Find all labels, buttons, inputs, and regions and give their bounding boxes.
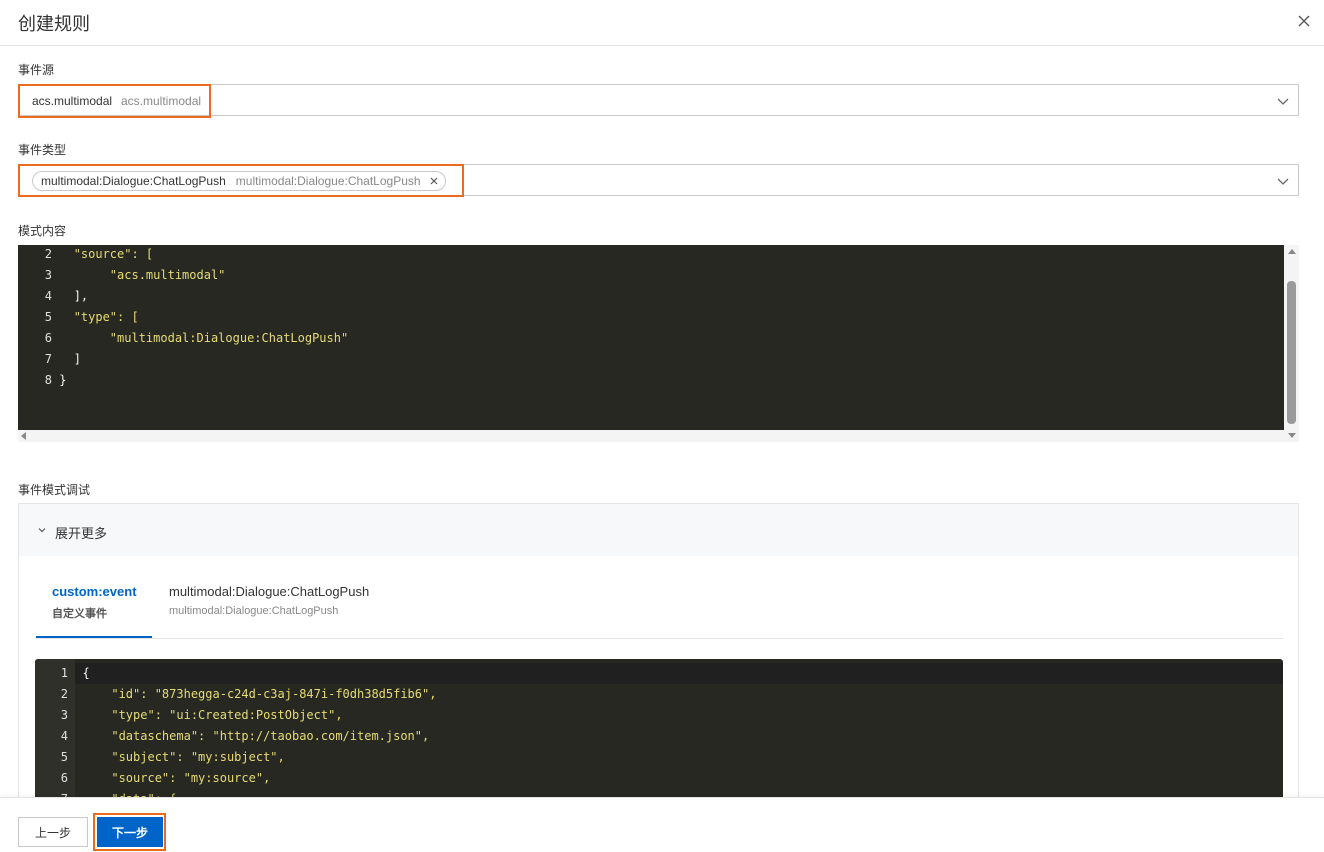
scrollbar-thumb[interactable] xyxy=(1287,281,1296,424)
next-step-button[interactable]: 下一步 xyxy=(97,817,163,847)
chevron-down-icon xyxy=(38,528,46,533)
scroll-left-icon[interactable] xyxy=(21,432,26,440)
dialog-footer: 上一步 下一步 xyxy=(0,797,1324,852)
tab-title: custom:event xyxy=(52,584,137,599)
code-line: 3 "acs.multimodal" xyxy=(44,268,226,282)
event-source-highlight xyxy=(18,84,211,118)
code-line: 1 { xyxy=(60,666,90,680)
event-type-highlight xyxy=(18,164,464,197)
tab-title: multimodal:Dialogue:ChatLogPush xyxy=(169,584,370,599)
prev-step-button[interactable]: 上一步 xyxy=(18,817,88,847)
tab-subtitle: multimodal:Dialogue:ChatLogPush xyxy=(169,605,339,617)
tab-subtitle: 自定义事件 xyxy=(52,608,107,620)
event-type-label: 事件类型 xyxy=(18,143,67,157)
debug-label: 事件模式调试 xyxy=(18,483,91,497)
code-line: 4 ], xyxy=(44,289,89,303)
code-line: 8 } xyxy=(44,373,67,387)
active-tab-indicator xyxy=(36,636,152,638)
expand-more-label: 展开更多 xyxy=(55,526,108,541)
code-line: 5 "subject": "my:subject", xyxy=(60,750,285,764)
tab-chatlogpush[interactable]: multimodal:Dialogue:ChatLogPush multimod… xyxy=(169,584,369,640)
scroll-up-icon[interactable] xyxy=(1288,249,1296,254)
code-line: 2 "id": "873hegga-c24d-c3aj-847i-f0dh38d… xyxy=(60,687,437,701)
scroll-down-icon[interactable] xyxy=(1288,433,1296,438)
code-line: 2 "source": [ xyxy=(44,247,154,261)
event-source-label: 事件源 xyxy=(18,63,55,77)
tab-custom-event[interactable]: custom:event 自定义事件 xyxy=(52,584,137,640)
dialog-header: 创建规则 xyxy=(0,0,1324,46)
code-line: 6 "multimodal:Dialogue:ChatLogPush" xyxy=(44,331,349,345)
editor-vertical-scrollbar[interactable] xyxy=(1284,245,1299,442)
sample-event-editor[interactable]: 1 { 2 "id": "873hegga-c24d-c3aj-847i-f0d… xyxy=(35,659,1283,802)
chevron-down-icon[interactable] xyxy=(1276,174,1290,188)
code-line: 6 "source": "my:source", xyxy=(60,771,271,785)
code-line: 3 "type": "ui:Created:PostObject", xyxy=(60,708,343,722)
code-line: 7 ] xyxy=(44,352,81,366)
dialog-title: 创建规则 xyxy=(18,14,90,34)
pattern-editor[interactable]: 2 "source": [ 3 "acs.multimodal" 4 ], 5 … xyxy=(18,245,1284,430)
debug-panel: 展开更多 custom:event 自定义事件 multimodal:Dialo… xyxy=(18,503,1299,803)
code-line: 4 "dataschema": "http://taobao.com/item.… xyxy=(60,729,430,743)
chevron-down-icon[interactable] xyxy=(1276,94,1290,108)
close-icon[interactable] xyxy=(1296,13,1312,29)
expand-more-toggle[interactable]: 展开更多 xyxy=(19,504,1298,556)
tabs-divider xyxy=(36,638,1283,639)
editor-horizontal-scrollbar[interactable] xyxy=(18,430,1284,442)
pattern-label: 模式内容 xyxy=(18,224,67,238)
code-line: 5 "type": [ xyxy=(44,310,139,324)
